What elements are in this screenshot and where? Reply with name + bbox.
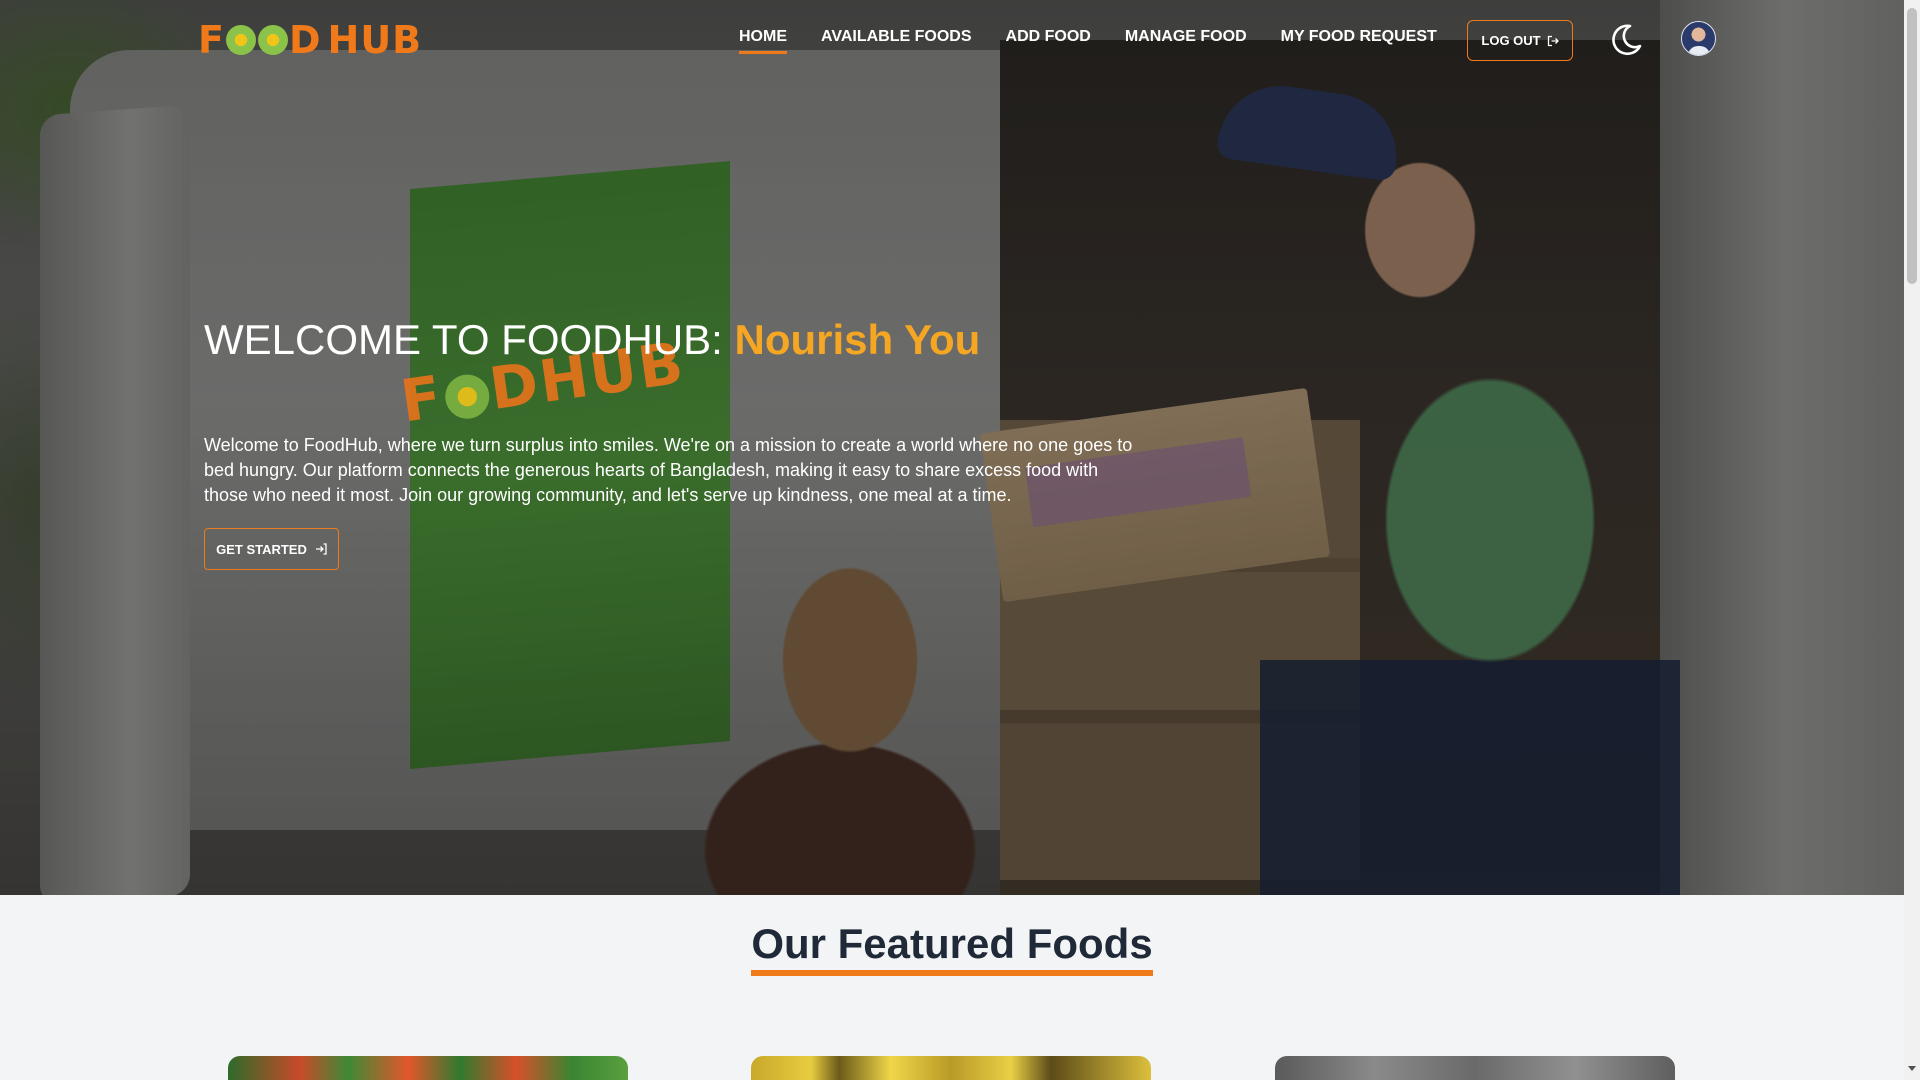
featured-section-title: Our Featured Foods: [0, 918, 1904, 976]
nav-home[interactable]: HOME: [739, 28, 787, 54]
hero-title-main: WELCOME TO FOODHUB:: [204, 316, 735, 363]
logo-kiwi-icon: [257, 25, 288, 55]
nav-my-food-request[interactable]: MY FOOD REQUEST: [1281, 28, 1437, 54]
scrollbar-thumb[interactable]: [1907, 8, 1917, 284]
hero-description: Welcome to FoodHub, where we turn surplu…: [204, 435, 1133, 505]
food-card-image[interactable]: [228, 1056, 628, 1080]
hero-title-accent: Nourish You: [734, 316, 981, 363]
top-navbar: F D HUB HOME AVAILABLE FOODS ADD FOOD MANA…: [0, 0, 1904, 80]
foodhub-logo[interactable]: F D HUB: [198, 18, 422, 62]
logo-hub: HUB: [327, 18, 423, 62]
hero-banner: F DHUB WELCOME TO FOODHUB: Nourish You We…: [0, 0, 1904, 895]
logout-label: LOG OUT: [1481, 33, 1541, 48]
page-scrollbar[interactable]: [1904, 0, 1920, 1080]
hero-title: WELCOME TO FOODHUB: Nourish You: [204, 316, 980, 364]
watermark-f: F: [396, 362, 448, 436]
food-card-image[interactable]: [1275, 1056, 1675, 1080]
logout-icon: [1547, 35, 1559, 46]
nav-links: HOME AVAILABLE FOODS ADD FOOD MANAGE FOO…: [739, 28, 1437, 54]
food-card-image[interactable]: [751, 1056, 1151, 1080]
logo-f: F: [198, 18, 225, 62]
logo-d: D: [288, 18, 322, 62]
scroll-down-arrow-icon[interactable]: [1908, 1066, 1916, 1071]
get-started-label: GET STARTED: [216, 541, 307, 557]
logo-kiwi-icon: [225, 25, 256, 55]
logout-button[interactable]: LOG OUT: [1467, 20, 1573, 61]
nav-manage-food[interactable]: MANAGE FOOD: [1125, 28, 1247, 54]
featured-title-text: Our Featured Foods: [751, 918, 1153, 976]
user-avatar[interactable]: [1681, 21, 1716, 56]
moon-icon[interactable]: [1608, 22, 1644, 58]
get-started-button[interactable]: GET STARTED: [204, 528, 339, 570]
nav-available-foods[interactable]: AVAILABLE FOODS: [821, 28, 972, 54]
kiwi-icon: [442, 371, 492, 422]
arrow-in-icon: [315, 543, 327, 555]
nav-add-food[interactable]: ADD FOOD: [1006, 28, 1091, 54]
